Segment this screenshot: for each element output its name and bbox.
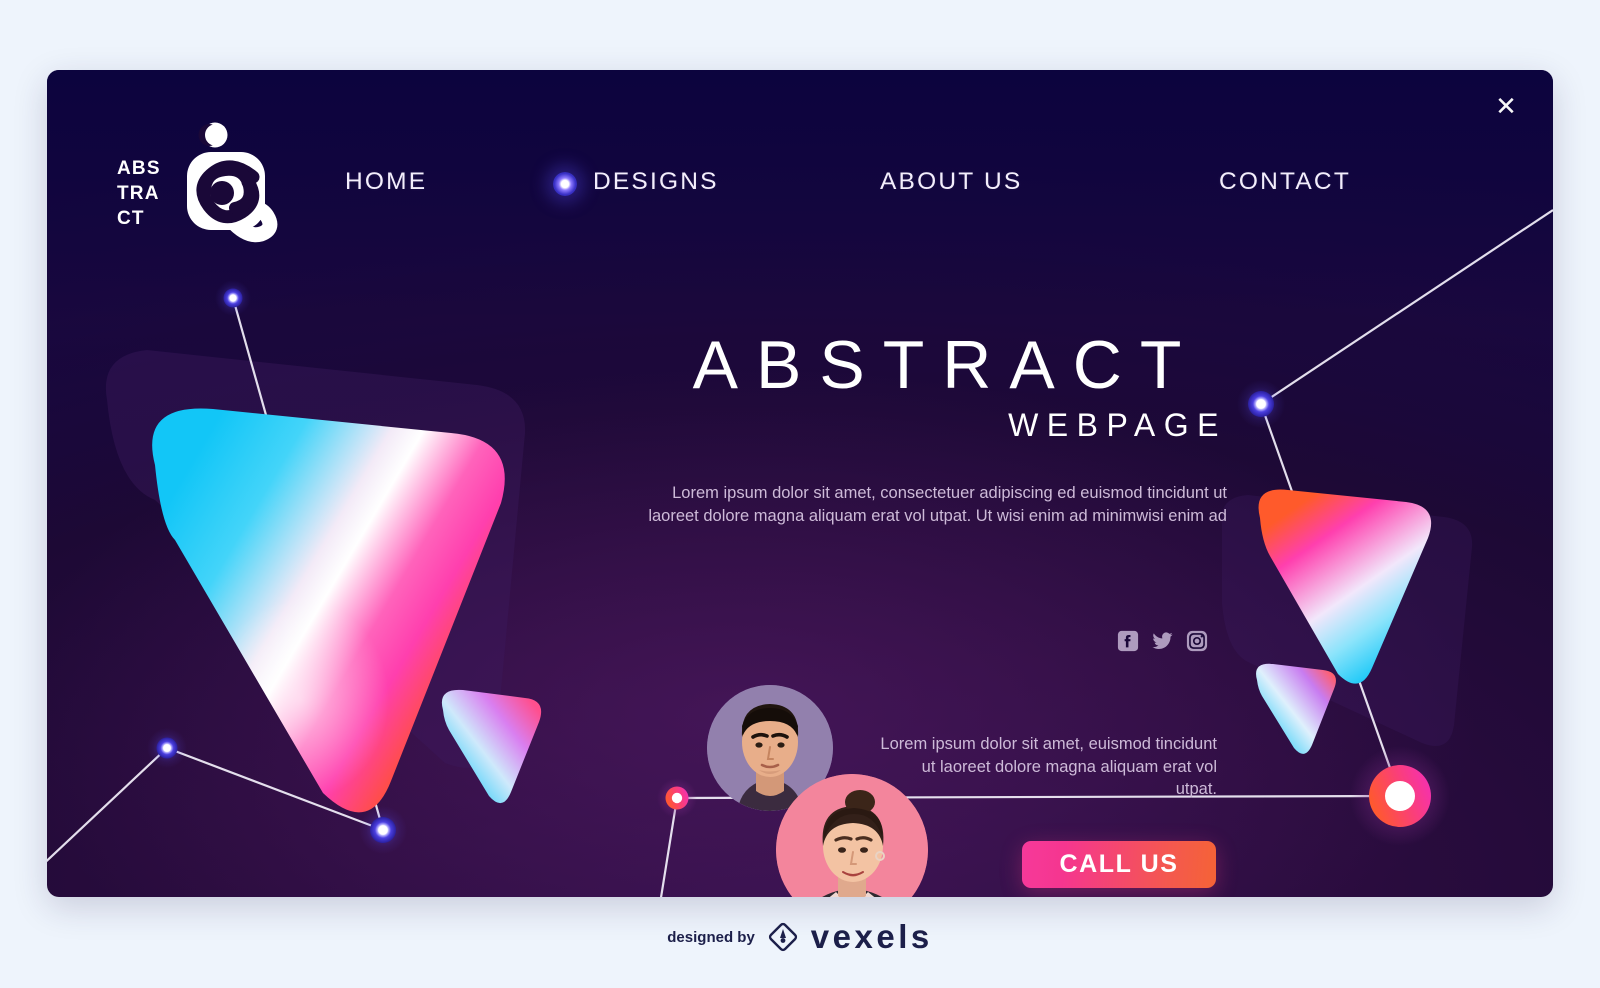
nav-item-about-us[interactable]: ABOUT US <box>880 168 1022 196</box>
nav-active-indicator-icon <box>553 172 577 196</box>
secondary-paragraph: Lorem ipsum dolor sit amet, euismod tinc… <box>880 735 1217 798</box>
social-links <box>1117 630 1208 652</box>
nav-item-contact[interactable]: CONTACT <box>1219 168 1351 196</box>
brand-logo-text: ABS TRA CT <box>117 156 161 231</box>
facebook-icon[interactable] <box>1117 630 1139 652</box>
node-blue-top-left <box>215 280 251 316</box>
nav-item-designs[interactable]: DESIGNS <box>593 168 719 196</box>
close-icon[interactable]: ✕ <box>1489 90 1523 124</box>
node-blue-bottom <box>359 806 407 854</box>
brand-logo-line-3: CT <box>117 208 145 229</box>
brand-logo[interactable]: ABS TRA CT <box>115 118 295 248</box>
node-pink-large <box>1350 746 1450 846</box>
page-root: ✕ ABS TRA CT HOME DESIGNS ABOUT US CONTA… <box>0 0 1600 988</box>
twitter-icon[interactable] <box>1151 630 1174 652</box>
node-blue-left <box>147 728 187 768</box>
gradient-triangle-tiny-right <box>1256 663 1336 754</box>
vexels-diamond-pen-icon <box>768 922 797 952</box>
landing-page-card: ✕ ABS TRA CT HOME DESIGNS ABOUT US CONTA… <box>47 70 1553 897</box>
node-blue-right <box>1237 380 1285 428</box>
abstract-spiral-logo-icon <box>187 122 278 243</box>
designed-by-label: designed by <box>667 928 755 946</box>
nav-item-home[interactable]: HOME <box>345 168 427 196</box>
main-navigation: HOME DESIGNS ABOUT US CONTACT <box>345 168 1495 208</box>
brand-logo-line-1: ABS <box>117 158 161 179</box>
node-pink-small <box>657 778 697 818</box>
page-subtitle: WEBPAGE <box>1008 407 1227 444</box>
call-us-button[interactable]: CALL US <box>1022 841 1216 888</box>
instagram-icon[interactable] <box>1186 630 1208 652</box>
hero-paragraph: Lorem ipsum dolor sit amet, consectetuer… <box>648 484 1227 526</box>
vexels-watermark: designed by vexels <box>0 918 1600 956</box>
hero-section: ABSTRACT WEBPAGE Lorem ipsum dolor sit a… <box>637 327 1237 528</box>
vexels-brand-name: vexels <box>810 918 933 955</box>
page-title: ABSTRACT <box>692 327 1200 403</box>
brand-logo-line-2: TRA <box>117 183 160 204</box>
